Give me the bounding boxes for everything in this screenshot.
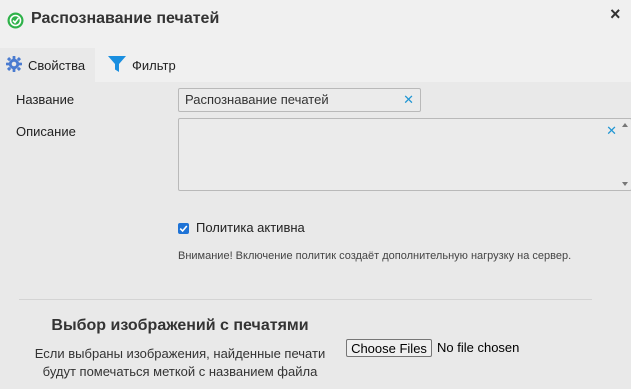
properties-panel: Название Распознавание печатей ✕ Описани… [0, 82, 631, 389]
app-logo-icon [7, 12, 24, 29]
choose-files-button[interactable]: Choose Files [346, 339, 432, 357]
tab-properties-label: Свойства [28, 57, 86, 73]
policy-active-checkbox[interactable] [178, 223, 189, 234]
section-divider [19, 299, 592, 300]
name-label: Название [16, 92, 75, 107]
image-section-title: Выбор изображений с печатями [51, 317, 309, 334]
policy-active-label: Политика активна [196, 220, 305, 235]
clear-description-icon[interactable]: ✕ [606, 123, 617, 139]
close-icon[interactable]: × [610, 4, 621, 25]
image-section-description: Если выбраны изображения, найденные печа… [0, 345, 360, 381]
image-section-description-line1: Если выбраны изображения, найденные печа… [34, 346, 326, 361]
name-field[interactable]: Распознавание печатей ✕ [178, 88, 421, 112]
description-label: Описание [16, 124, 76, 139]
window-title: Распознавание печатей [31, 10, 220, 27]
name-field-value: Распознавание печатей [185, 92, 329, 107]
file-status-text: No file chosen [437, 340, 520, 355]
image-section-description-line2: будут помечаться меткой с названием файл… [42, 364, 318, 379]
tab-properties[interactable]: Свойства [0, 48, 95, 82]
checkmark-icon [179, 225, 188, 233]
description-field[interactable]: ✕ [178, 118, 631, 191]
title-bar: Распознавание печатей × [0, 0, 631, 44]
gear-icon [5, 55, 28, 76]
warning-text: Внимание! Включение политик создаёт допо… [178, 250, 572, 262]
scroll-up-icon[interactable] [622, 123, 628, 127]
filter-icon [107, 54, 132, 77]
tab-bar: Свойства Фильтр [0, 48, 631, 82]
tab-filter[interactable]: Фильтр [107, 48, 187, 82]
clear-name-icon[interactable]: ✕ [403, 92, 414, 108]
tab-filter-label: Фильтр [132, 57, 176, 73]
scroll-down-icon[interactable] [622, 182, 628, 186]
